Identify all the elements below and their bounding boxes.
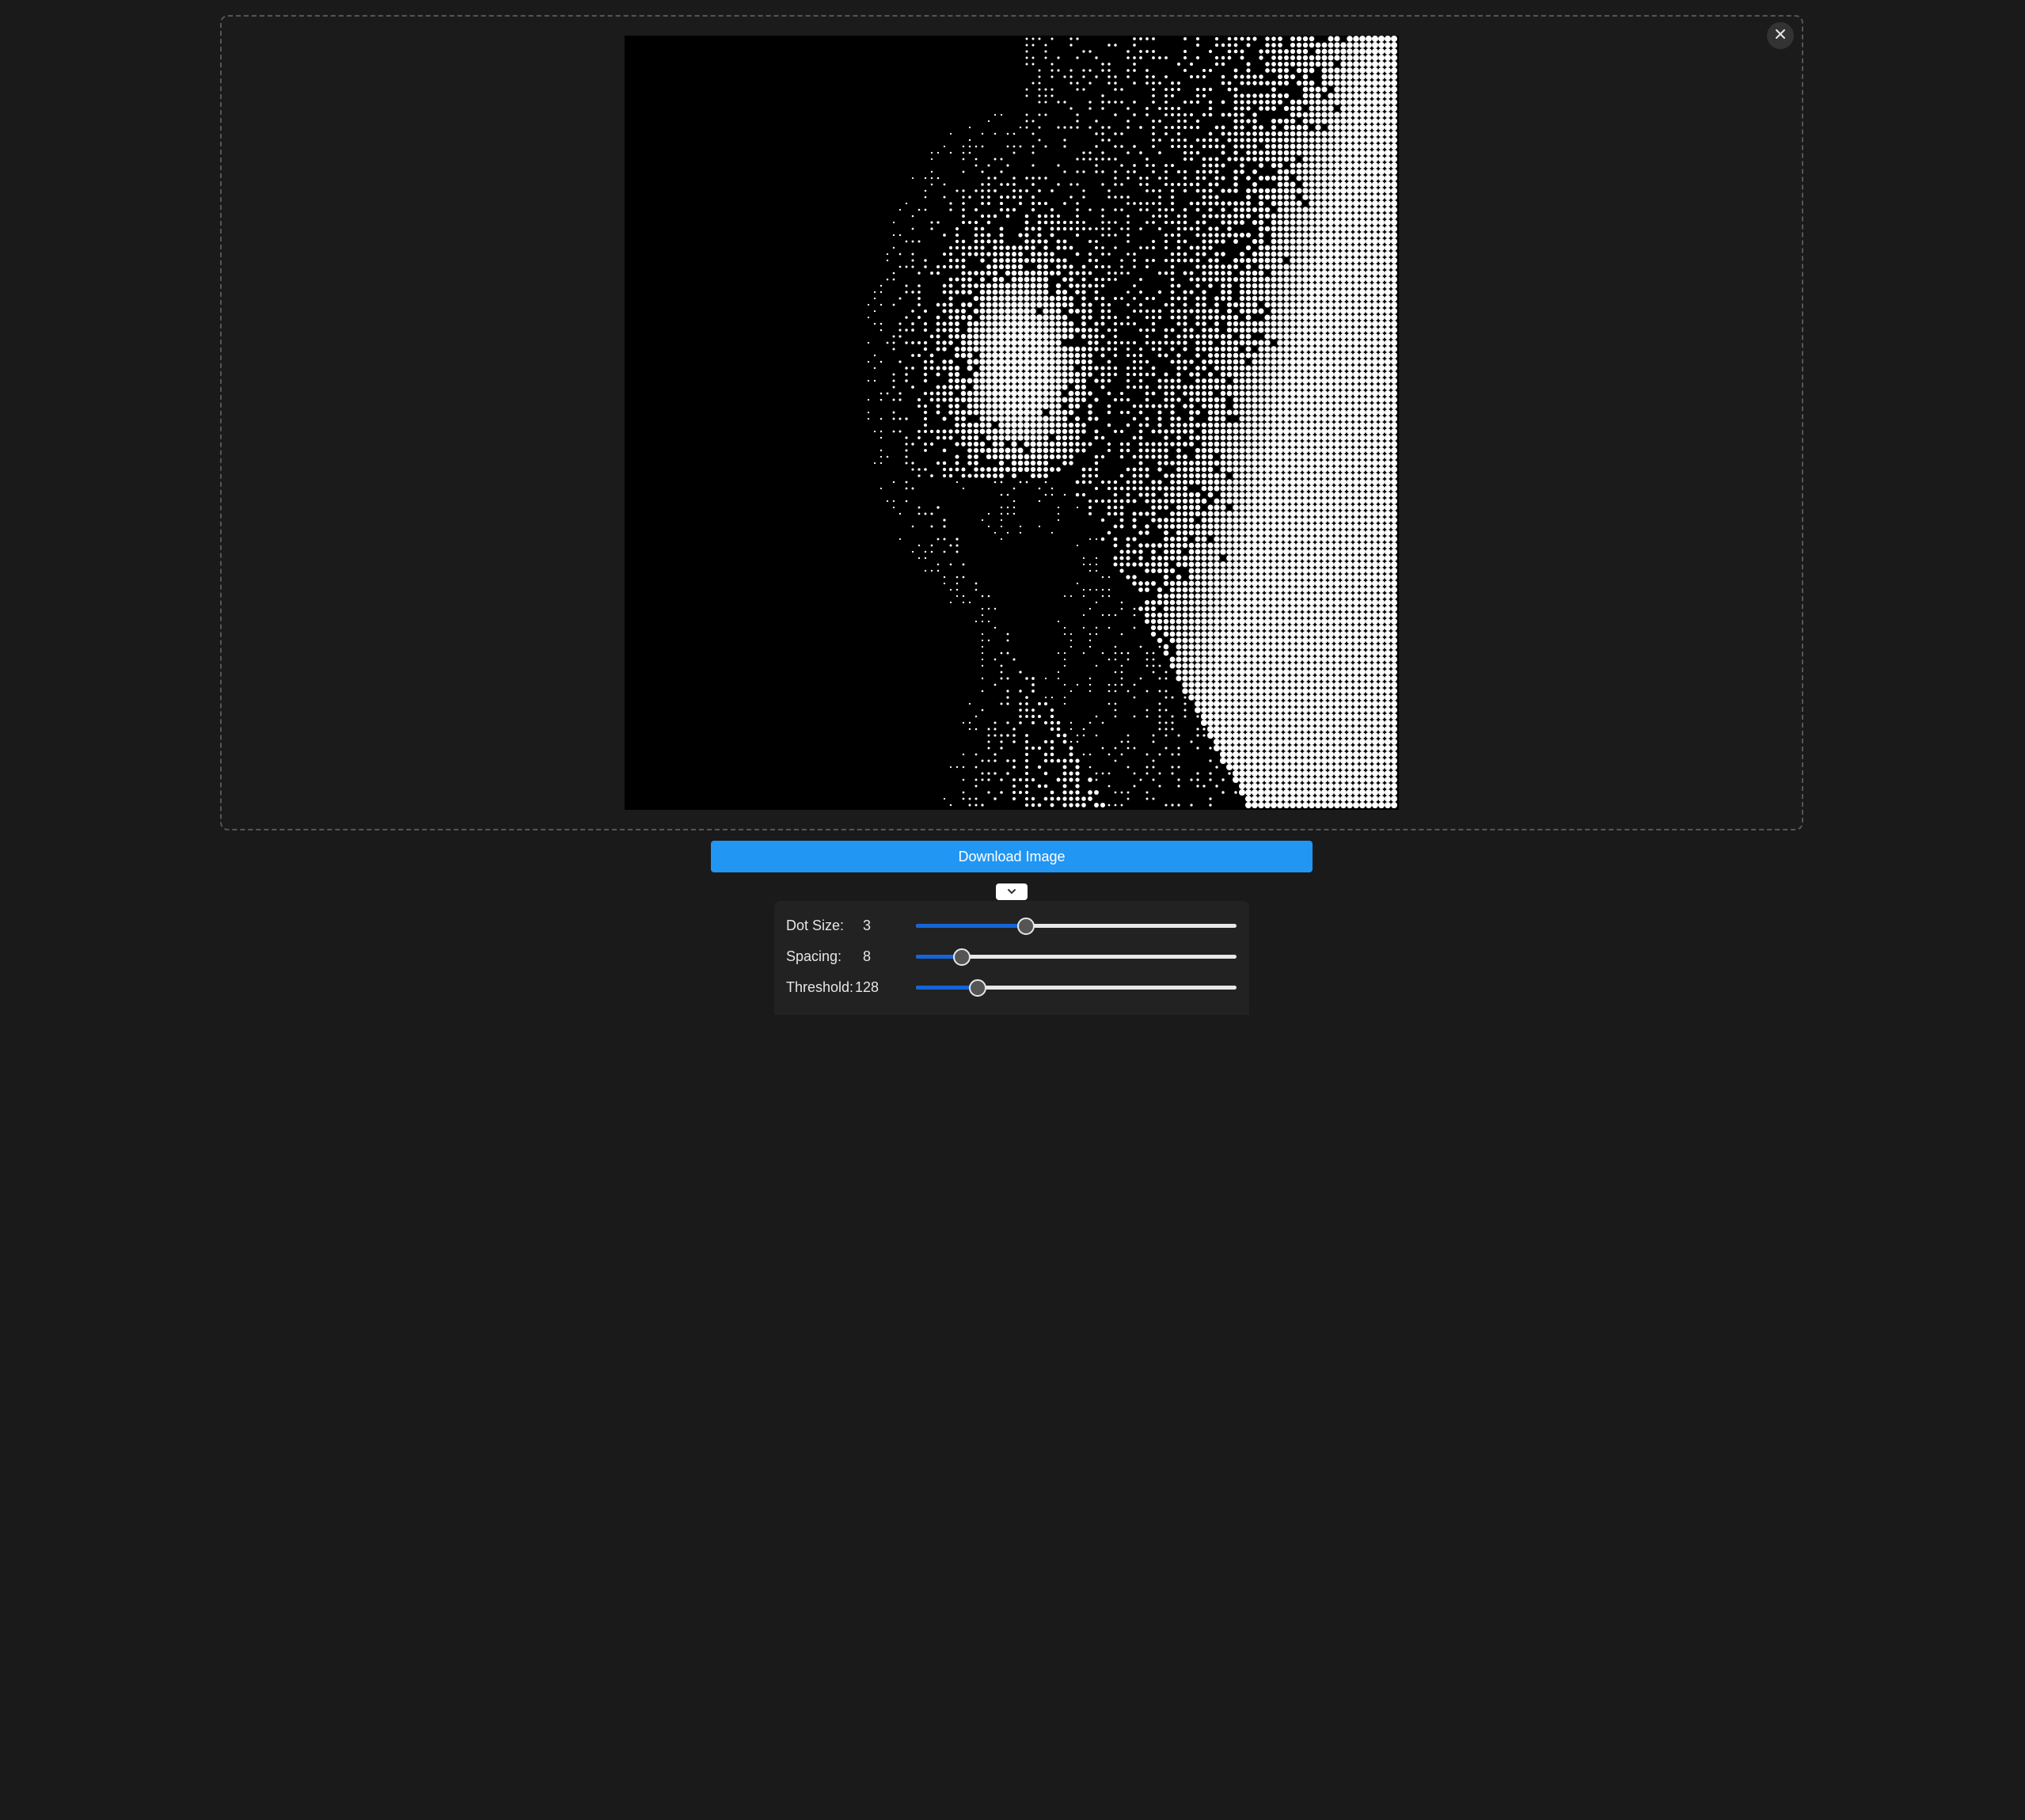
close-button[interactable] [1767,22,1794,49]
threshold-slider-thumb[interactable] [968,979,986,997]
dot-size-slider-fill [916,924,1025,928]
threshold-value: 128 [854,979,880,995]
dot-size-row [774,1796,1249,1820]
threshold-slider-fill [916,986,977,990]
spacing-control: Spacing: 8 [774,944,1249,968]
toggle-controls-button[interactable] [996,883,1028,900]
download-image-button[interactable]: Download Image [711,841,1313,872]
dot-size-label: Dot Size: [786,918,845,933]
threshold-control: Threshold: 128 [774,975,1249,999]
spacing-value: 8 [862,948,871,964]
dot-size-control: Dot Size: 3 [774,914,1249,937]
spacing-slider-thumb[interactable] [952,948,971,966]
spacing-slider[interactable] [916,948,1237,966]
dot-size-slider[interactable] [916,918,1237,935]
threshold-slider[interactable] [916,979,1237,997]
close-icon [1775,28,1786,44]
threshold-label: Threshold: [786,979,854,995]
chevron-down-icon [1006,885,1017,899]
dot-size-slider-thumb[interactable] [1016,918,1035,935]
dot-size-value: 3 [862,918,871,933]
spacing-label: Spacing: [786,948,842,964]
halftone-preview-image [625,36,1399,810]
